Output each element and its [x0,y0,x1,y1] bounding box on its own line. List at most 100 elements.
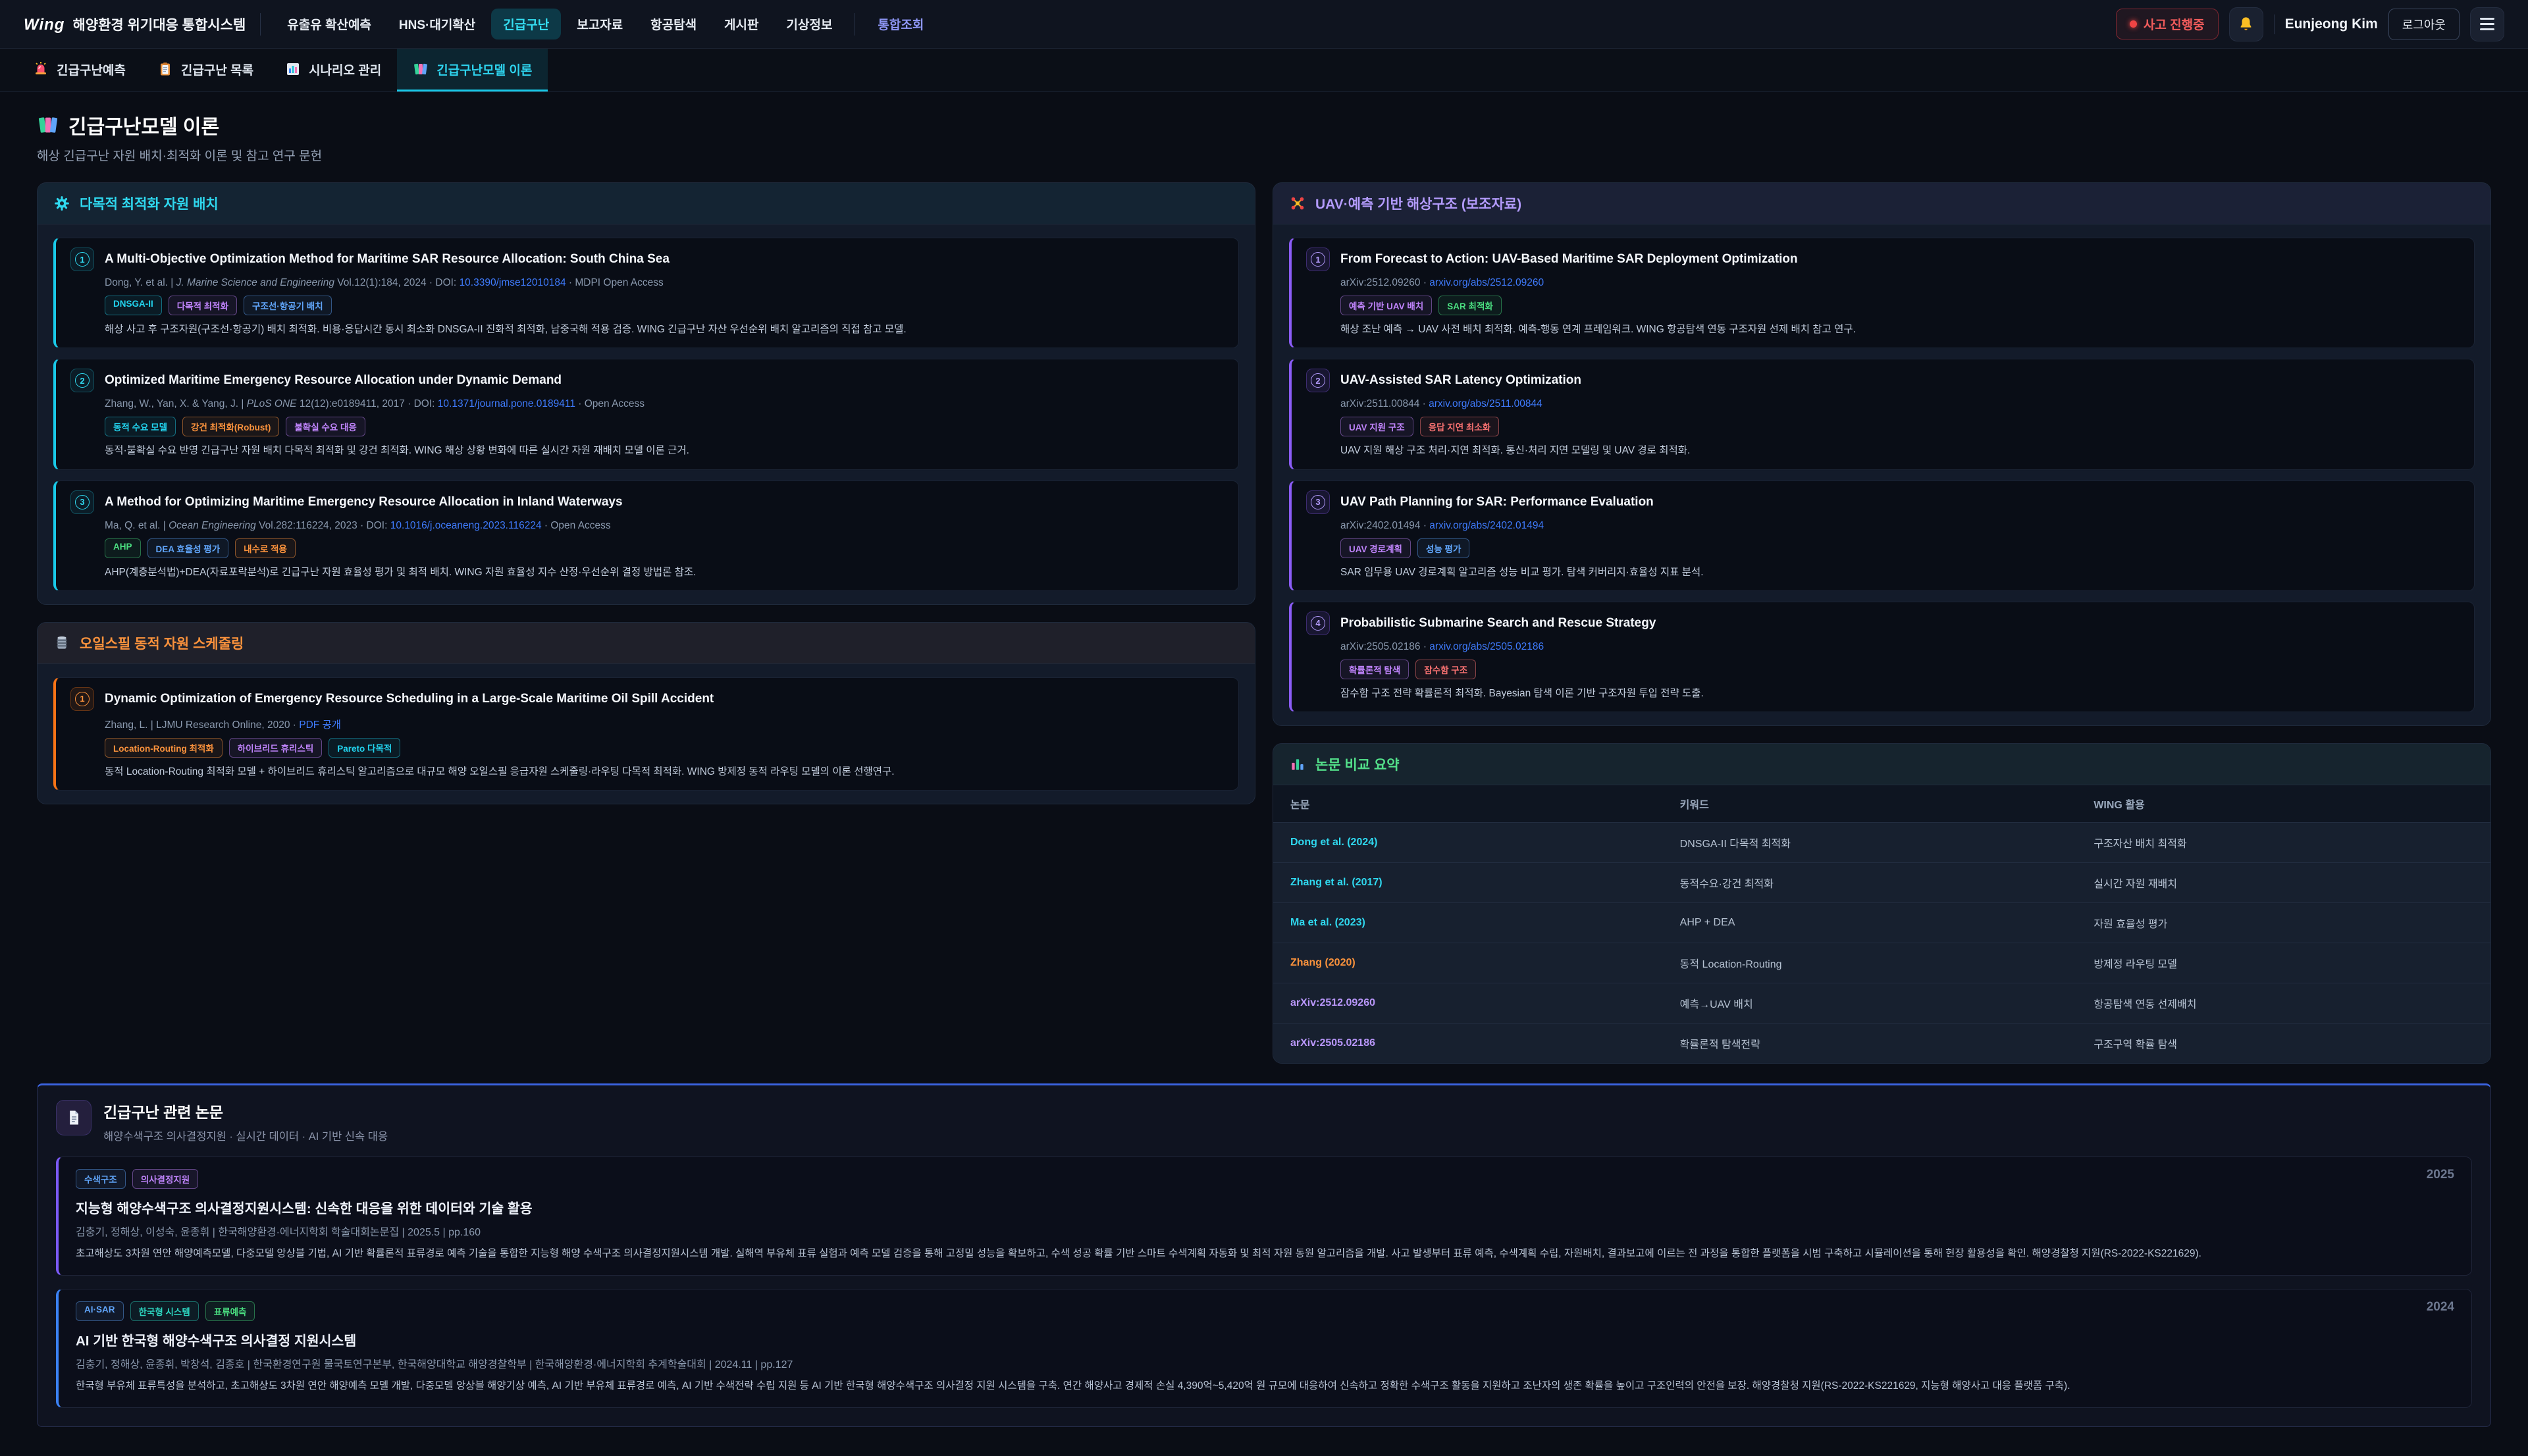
paper-number-badge: 1 [70,247,94,271]
doi-link[interactable]: 10.1016/j.oceaneng.2023.116224 [390,520,542,531]
section-title: 오일스필 동적 자원 스케줄링 [80,633,244,653]
paper-number-badge: 3 [70,490,94,514]
paper-tag: 내수로 적용 [235,538,296,558]
arxiv-link[interactable]: arxiv.org/abs/2505.02186 [1429,641,1544,652]
drone-icon [1289,195,1306,212]
tab-scenario-management[interactable]: 시나리오 관리 [269,49,397,91]
tab-rescue-list[interactable]: 긴급구난 목록 [142,49,269,91]
paper-card: 4 Probabilistic Submarine Search and Res… [1289,602,2475,712]
paper-tags: UAV 경로계획 성능 평가 [1340,538,2460,558]
publication-tag: 의사결정지원 [132,1169,199,1189]
paper-card: 3 UAV Path Planning for SAR: Performance… [1289,481,2475,591]
paper-card: 1 A Multi-Objective Optimization Method … [53,238,1239,348]
arxiv-link[interactable]: arxiv.org/abs/2402.01494 [1429,520,1544,531]
table-row: Ma et al. (2023) AHP + DEA 자원 효율성 평가 [1273,903,2490,943]
paper-tag: UAV 경로계획 [1340,538,1411,558]
paper-tag: 응답 지연 최소화 [1420,417,1499,436]
paper-card: 1 Dynamic Optimization of Emergency Reso… [53,677,1239,791]
paper-description: UAV 지원 해상 구조 처리·지연 최적화. 통신·처리 지연 모델링 및 U… [1340,443,2460,458]
paper-name-link[interactable]: arXiv:2505.02186 [1273,1024,1663,1064]
nav-item-reports[interactable]: 보고자료 [565,9,635,39]
section-paper-comparison: 논문 비교 요약 논문 키워드 WING 활용 Dong et al. (202… [1273,743,2491,1064]
paper-card: 1 From Forecast to Action: UAV-Based Mar… [1289,238,2475,348]
paper-name-link[interactable]: Ma et al. (2023) [1273,903,1663,943]
red-dot-icon [2130,20,2137,28]
publication-tag: 한국형 시스템 [130,1301,199,1321]
paper-card: 2 UAV-Assisted SAR Latency Optimization … [1289,359,2475,469]
paper-number-badge: 1 [1306,247,1330,271]
page-subtitle: 해상 긴급구난 자원 배치·최적화 이론 및 참고 연구 문헌 [37,146,2491,164]
clipboard-icon [157,61,173,77]
comparison-table: 논문 키워드 WING 활용 Dong et al. (2024) DNSGA-… [1273,785,2490,1063]
nav-item-emergency-rescue[interactable]: 긴급구난 [491,9,561,39]
paper-title: UAV Path Planning for SAR: Performance E… [1340,495,1654,509]
paper-description: 동적 Location-Routing 최적화 모델 + 하이브리드 휴리스틱 … [105,764,1224,779]
paper-name-link[interactable]: Zhang (2020) [1273,943,1663,983]
paper-name-link[interactable]: Zhang et al. (2017) [1273,863,1663,903]
brand-wordmark: Wing [24,16,65,34]
paper-tag: SAR 최적화 [1438,296,1502,315]
section-title: UAV·예측 기반 해상구조 (보조자료) [1315,194,1521,213]
paper-meta: Dong, Y. et al. | J. Marine Science and … [105,277,1224,289]
publication-tag: 수색구조 [76,1169,126,1189]
paper-tag: 예측 기반 UAV 배치 [1340,296,1432,315]
siren-icon [33,61,49,77]
doi-link[interactable]: 10.1371/journal.pone.0189411 [438,398,575,409]
user-name: Eunjeong Kim [2285,16,2378,32]
app-logo[interactable]: Wing 해양환경 위기대응 통합시스템 [24,14,246,34]
header-divider [2274,14,2275,34]
tab-label: 긴급구난 목록 [181,61,253,78]
nav-item-board[interactable]: 게시판 [712,9,770,39]
paper-number-badge: 1 [70,687,94,711]
paper-tag: 다목적 최적화 [169,296,237,315]
wing-usage-cell: 구조구역 확률 탐색 [2076,1024,2490,1064]
incident-badge-label: 사고 진행중 [2144,15,2205,33]
paper-meta: Ma, Q. et al. | Ocean Engineering Vol.28… [105,520,1224,532]
nav-item-weather[interactable]: 기상정보 [775,9,845,39]
table-row: Dong et al. (2024) DNSGA-II 다목적 최적화 구조자산… [1273,823,2490,863]
paper-tags: 예측 기반 UAV 배치 SAR 최적화 [1340,296,2460,315]
tab-rescue-forecast[interactable]: 긴급구난예측 [17,49,142,91]
paper-tags: Location-Routing 최적화 하이브리드 휴리스틱 Pareto 다… [105,738,1224,758]
notification-bell-button[interactable] [2229,7,2263,41]
hamburger-menu-button[interactable] [2470,7,2504,41]
pdf-link[interactable]: PDF 공개 [299,719,341,731]
table-row: arXiv:2505.02186 확률론적 탐색전략 구조구역 확률 탐색 [1273,1024,2490,1064]
paper-card: 2 Optimized Maritime Emergency Resource … [53,359,1239,469]
publication-authors: 김충기, 정해상, 윤종휘, 박창석, 김종호 | 한국환경연구원 물국토연구본… [76,1355,2454,1371]
publication-authors: 김충기, 정해상, 이성숙, 윤종휘 | 한국해양환경·에너지학회 학술대회논문… [76,1223,2454,1239]
arxiv-link[interactable]: arxiv.org/abs/2512.09260 [1429,277,1544,288]
header-divider [260,13,261,36]
section-title: 다목적 최적화 자원 배치 [80,194,219,213]
paper-name-link[interactable]: arXiv:2512.09260 [1273,983,1663,1024]
arxiv-link[interactable]: arxiv.org/abs/2511.00844 [1429,398,1542,409]
wing-usage-cell: 구조자산 배치 최적화 [2076,823,2490,863]
related-section-subtitle: 해양수색구조 의사결정지원 · 실시간 데이터 · AI 기반 신속 대응 [103,1128,388,1143]
doi-link[interactable]: 10.3390/jmse12010184 [460,277,566,288]
incident-status-badge[interactable]: 사고 진행중 [2116,9,2219,39]
paper-description: SAR 임무용 UAV 경로계획 알고리즘 성능 비교 평가. 탐색 커버리지·… [1340,565,2460,580]
keyword-cell: 확률론적 탐색전략 [1663,1024,2077,1064]
section-multiobjective-allocation: 다목적 최적화 자원 배치 1 A Multi-Objective Optimi… [37,182,1255,605]
nav-item-integrated-search[interactable]: 통합조회 [866,9,935,39]
paper-number-badge: 4 [1306,611,1330,635]
logout-button[interactable]: 로그아웃 [2388,9,2460,40]
paper-name-link[interactable]: Dong et al. (2024) [1273,823,1663,863]
nav-item-aerial-search[interactable]: 항공탐색 [639,9,708,39]
tab-rescue-model-theory[interactable]: 긴급구난모델 이론 [397,49,548,91]
paper-tags: UAV 지원 구조 응답 지연 최소화 [1340,417,2460,436]
nav-item-oil-spill-forecast[interactable]: 유출유 확산예측 [275,9,383,39]
keyword-cell: 예측→UAV 배치 [1663,983,2077,1024]
paper-tag: 불확실 수요 대응 [286,417,365,436]
paper-title: Optimized Maritime Emergency Resource Al… [105,373,562,388]
paper-tag: 구조선·항공기 배치 [244,296,332,315]
page-head: 긴급구난모델 이론 해상 긴급구난 자원 배치·최적화 이론 및 참고 연구 문… [0,92,2528,167]
column-header-wing-usage: WING 활용 [2076,785,2490,823]
wing-usage-cell: 항공탐색 연동 선제배치 [2076,983,2490,1024]
paper-tag: AHP [105,538,141,558]
paper-tag: 확률론적 탐색 [1340,660,1409,679]
document-icon-box [56,1100,92,1135]
nav-item-hns-dispersion[interactable]: HNS·대기확산 [387,9,487,39]
publication-title: AI 기반 한국형 해양수색구조 의사결정 지원시스템 [76,1330,2454,1349]
paper-description: 해상 사고 후 구조자원(구조선·항공기) 배치 최적화. 비용·응답시간 동시… [105,322,1224,337]
